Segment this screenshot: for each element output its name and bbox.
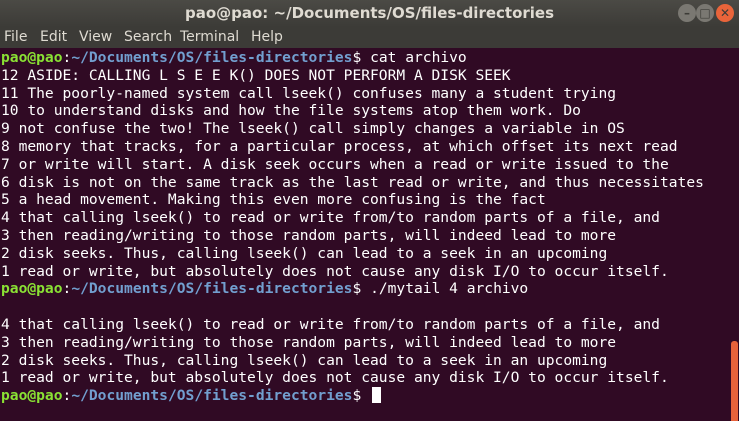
menu-search[interactable]: Search <box>124 27 172 48</box>
menu-view[interactable]: View <box>79 27 112 48</box>
menu-bar: File Edit View Search Terminal Help <box>0 27 739 48</box>
output-line: 2 disk seeks. Thus, calling lseek() can … <box>1 244 608 262</box>
output-line: 2 disk seeks. Thus, calling lseek() can … <box>1 351 608 369</box>
prompt-symbol: $ <box>352 49 371 66</box>
output-line: 8 memory that tracks, for a particular p… <box>1 137 678 155</box>
prompt-line: pao@pao:~/Documents/OS/files-directories… <box>0 387 730 405</box>
menu-edit[interactable]: Edit <box>40 27 67 48</box>
terminal-output[interactable]: pao@pao:~/Documents/OS/files-directories… <box>0 49 730 421</box>
prompt-path: ~/Documents/OS/files-directories <box>71 49 353 66</box>
prompt-path: ~/Documents/OS/files-directories <box>71 387 353 405</box>
output-line: 3 then reading/writing to those random p… <box>1 226 617 244</box>
title-bar[interactable]: pao@pao: ~/Documents/OS/files-directorie… <box>0 0 739 27</box>
output-line: 7 or write will start. A disk seek occur… <box>1 155 669 173</box>
output-line: 11 The poorly-named system call lseek() … <box>1 84 617 102</box>
prompt-line: pao@pao:~/Documents/OS/files-directories… <box>0 280 730 298</box>
output-line: 6 disk is not on the same track as the l… <box>1 173 704 191</box>
prompt-colon: : <box>62 280 72 298</box>
close-icon[interactable]: ✕ <box>716 4 734 22</box>
command-text: ./mytail 4 archivo <box>370 280 529 298</box>
menu-terminal[interactable]: Terminal <box>180 27 239 48</box>
text-cursor <box>372 387 382 404</box>
output-line: 4 that calling lseek() to read or write … <box>1 315 660 333</box>
terminal-window: pao@pao: ~/Documents/OS/files-directorie… <box>0 0 739 421</box>
prompt-user: pao@pao <box>1 49 63 66</box>
output-line: 5 a head movement. Making this even more… <box>1 191 546 209</box>
scrollbar[interactable] <box>730 49 739 421</box>
window-title: pao@pao: ~/Documents/OS/files-directorie… <box>184 4 555 22</box>
prompt-user: pao@pao <box>1 280 63 298</box>
output-line: 1 read or write, but absolutely does not… <box>1 262 669 280</box>
prompt-symbol: $ <box>352 387 371 405</box>
output-line: 9 not confuse the two! The lseek() call … <box>1 120 625 138</box>
prompt-line: pao@pao:~/Documents/OS/files-directories… <box>0 49 730 67</box>
command-text: cat archivo <box>370 49 467 66</box>
prompt-path: ~/Documents/OS/files-directories <box>71 280 353 298</box>
prompt-user: pao@pao <box>1 387 63 405</box>
prompt-symbol: $ <box>352 280 371 298</box>
menu-file[interactable]: File <box>4 27 27 48</box>
output-line: 1 read or write, but absolutely does not… <box>1 369 669 387</box>
output-line: 10 to understand disks and how the file … <box>1 102 581 120</box>
output-line: 4 that calling lseek() to read or write … <box>1 209 660 227</box>
prompt-colon: : <box>62 49 72 66</box>
output-line: 12 ASIDE: CALLING L S E E K() DOES NOT P… <box>1 66 511 84</box>
maximize-icon[interactable]: □ <box>696 4 714 22</box>
scrollbar-thumb[interactable] <box>731 341 738 421</box>
menu-help[interactable]: Help <box>251 27 283 48</box>
prompt-colon: : <box>62 387 72 405</box>
output-line: 3 then reading/writing to those random p… <box>1 333 617 351</box>
minimize-icon[interactable]: – <box>678 4 696 22</box>
